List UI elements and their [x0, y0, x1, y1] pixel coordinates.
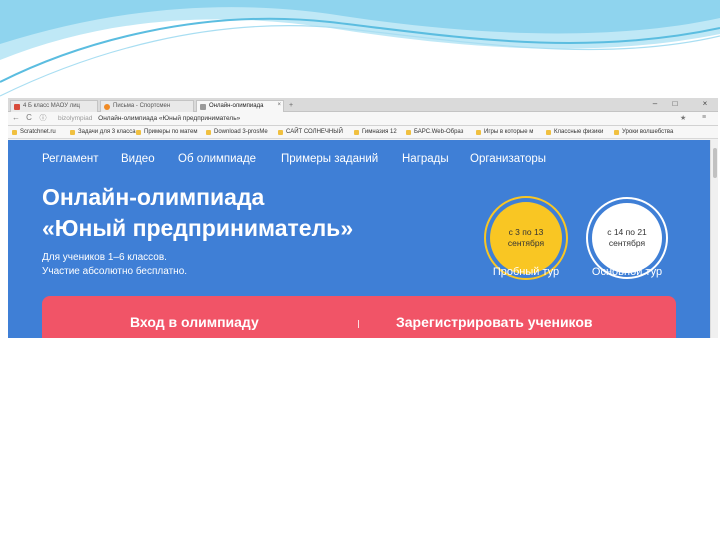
url-host: bizolympiad — [58, 115, 93, 122]
bookmark-item[interactable]: САЙТ СОЛНЕЧНЫЙ — [278, 129, 343, 135]
bookmark-item[interactable]: Download 3-prosMe — [206, 129, 268, 135]
olympiad-page: Регламент Видео Об олимпиаде Примеры зад… — [8, 140, 710, 338]
nav-link-organizers[interactable]: Организаторы — [470, 153, 546, 165]
bookmark-item[interactable]: БАРС.Web-Образ — [406, 129, 463, 135]
mail-icon — [104, 104, 110, 110]
minimize-button[interactable]: – — [648, 99, 662, 108]
info-icon[interactable]: ⓘ — [38, 113, 48, 123]
register-students-button[interactable]: Зарегистрировать учеников — [396, 314, 593, 330]
slide: 4 Б класс МАОУ лиц Письма - Спортсмен Он… — [0, 0, 720, 540]
bookmark-item[interactable]: Классные физики — [546, 129, 603, 135]
main-tour-dates[interactable]: с 14 по 21 сентября — [592, 203, 662, 273]
subtitle-line2: Участие абсолютно бесплатно. — [42, 266, 188, 277]
bookmark-item[interactable]: Scratchnet.ru — [12, 129, 56, 135]
subtitle-line1: Для учеников 1–6 классов. — [42, 252, 167, 263]
trial-tour-dates[interactable]: с 3 по 13 сентября — [490, 202, 562, 274]
nav-link-awards[interactable]: Награды — [402, 153, 449, 165]
cta-bar: Вход в олимпиаду Зарегистрировать ученик… — [42, 296, 676, 338]
login-button[interactable]: Вход в олимпиаду — [130, 314, 259, 330]
tab-label: Письма - Спортсмен — [113, 103, 171, 109]
scrollbar[interactable] — [710, 140, 718, 338]
tab-label: Онлайн-олимпиада — [209, 103, 264, 109]
decorative-swoosh — [0, 0, 720, 97]
reload-button[interactable]: C — [24, 113, 34, 122]
maximize-button[interactable]: □ — [668, 99, 682, 108]
scroll-thumb[interactable] — [713, 148, 717, 178]
tab-label: 4 Б класс МАОУ лиц — [23, 103, 80, 109]
page-icon — [200, 104, 206, 110]
tab-mail[interactable]: Письма - Спортсмен — [100, 100, 194, 112]
close-tab-icon[interactable]: × — [277, 102, 281, 108]
address-bar: ← C ⓘ bizolympiad Онлайн-олимпиада «Юный… — [8, 112, 718, 126]
menu-icon[interactable]: ≡ — [702, 114, 706, 121]
url-field[interactable]: bizolympiad Онлайн-олимпиада «Юный предп… — [58, 115, 240, 122]
nav-link-regulations[interactable]: Регламент — [42, 153, 99, 165]
trial-tour-label[interactable]: Пробный тур — [480, 266, 572, 278]
new-tab-button[interactable]: + — [286, 101, 296, 111]
bookmark-item[interactable]: Примеры по матем — [136, 129, 198, 135]
page-title-line2: «Юный предприниматель» — [42, 215, 354, 241]
main-tour-label[interactable]: Основной тур — [580, 266, 674, 278]
mail-icon — [14, 104, 20, 110]
bookmark-item[interactable]: Игры в которые м — [476, 129, 533, 135]
nav-link-examples[interactable]: Примеры заданий — [281, 153, 378, 165]
bookmarks-bar: Scratchnet.ru Задачи для 3 класса Пример… — [8, 126, 718, 139]
bookmark-item[interactable]: Уроки волшебства — [614, 129, 673, 135]
page-title-line1: Онлайн-олимпиада — [42, 184, 265, 210]
tab-olympiad[interactable]: Онлайн-олимпиада × — [196, 100, 284, 112]
back-button[interactable]: ← — [11, 113, 21, 122]
tab-maou[interactable]: 4 Б класс МАОУ лиц — [10, 100, 98, 112]
close-window-button[interactable]: × — [698, 99, 712, 108]
bookmark-item[interactable]: Задачи для 3 класса — [70, 129, 136, 135]
cta-divider — [358, 320, 359, 328]
tab-bar: 4 Б класс МАОУ лиц Письма - Спортсмен Он… — [8, 98, 718, 112]
browser-screenshot: 4 Б класс МАОУ лиц Письма - Спортсмен Он… — [8, 98, 718, 338]
bookmark-item[interactable]: Гимназия 12 — [354, 129, 397, 135]
url-title: Онлайн-олимпиада «Юный предприниматель» — [98, 115, 241, 122]
star-icon[interactable]: ★ — [680, 114, 686, 122]
nav-link-about[interactable]: Об олимпиаде — [178, 153, 256, 165]
nav-link-video[interactable]: Видео — [121, 153, 155, 165]
